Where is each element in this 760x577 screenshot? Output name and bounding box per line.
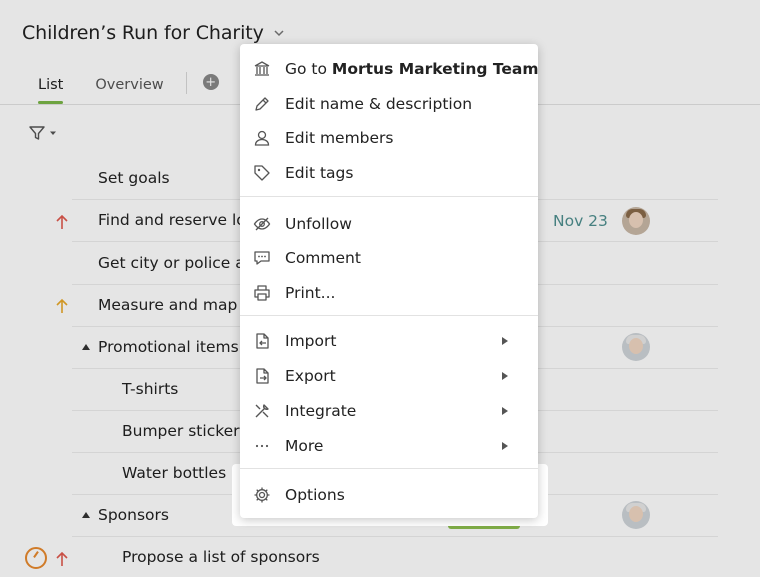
menu-item-comment[interactable]: Comment: [240, 241, 538, 275]
team-name: Mortus Marketing Team: [331, 60, 539, 78]
menu-item-print[interactable]: Print...: [240, 276, 538, 310]
person-icon: [254, 130, 270, 146]
menu-item-export[interactable]: Export: [240, 359, 538, 393]
pencil-icon: [255, 97, 269, 111]
submenu-arrow-icon: [502, 337, 508, 345]
submenu-arrow-icon: [502, 442, 508, 450]
menu-item-unfollow[interactable]: Unfollow: [240, 207, 538, 241]
menu-item-goto-team[interactable]: Go to Mortus Marketing Team: [240, 52, 539, 86]
menu-item-label: Unfollow: [285, 215, 352, 233]
eye-slash-icon: [253, 217, 271, 231]
menu-item-import[interactable]: Import: [240, 324, 538, 358]
menu-item-label: Export: [285, 367, 336, 385]
tools-icon: [255, 404, 269, 418]
menu-divider: [240, 468, 538, 469]
menu-item-integrate[interactable]: Integrate: [240, 394, 538, 428]
menu-item-label: Edit members: [285, 129, 394, 147]
printer-icon: [254, 285, 270, 301]
file-export-icon: [256, 368, 269, 384]
submenu-arrow-icon: [502, 372, 508, 380]
menu-item-label: Import: [285, 332, 337, 350]
menu-item-label: Print...: [285, 284, 336, 302]
menu-item-options[interactable]: Options: [240, 478, 538, 512]
gear-icon: [254, 487, 270, 503]
menu-item-label: More: [285, 437, 324, 455]
submenu-arrow-icon: [502, 407, 508, 415]
menu-item-edit-members[interactable]: Edit members: [240, 121, 538, 155]
menu-divider: [240, 196, 538, 197]
menu-divider: [240, 315, 538, 316]
menu-item-label: Go to Mortus Marketing Team: [285, 60, 539, 78]
comment-icon: [254, 251, 270, 265]
ellipsis-icon: [255, 444, 269, 448]
menu-item-more[interactable]: More: [240, 429, 538, 463]
menu-item-label: Integrate: [285, 402, 357, 420]
project-options-menu: Go to Mortus Marketing Team Edit name & …: [240, 44, 539, 518]
menu-item-label: Comment: [285, 249, 361, 267]
tag-icon: [254, 165, 270, 181]
menu-item-label: Edit name & description: [285, 95, 473, 113]
menu-item-edit-name[interactable]: Edit name & description: [240, 87, 538, 121]
menu-item-edit-tags[interactable]: Edit tags: [240, 156, 538, 190]
menu-item-label: Edit tags: [285, 164, 354, 182]
building-icon: [254, 61, 270, 76]
file-import-icon: [256, 333, 269, 349]
menu-item-label: Options: [285, 486, 345, 504]
